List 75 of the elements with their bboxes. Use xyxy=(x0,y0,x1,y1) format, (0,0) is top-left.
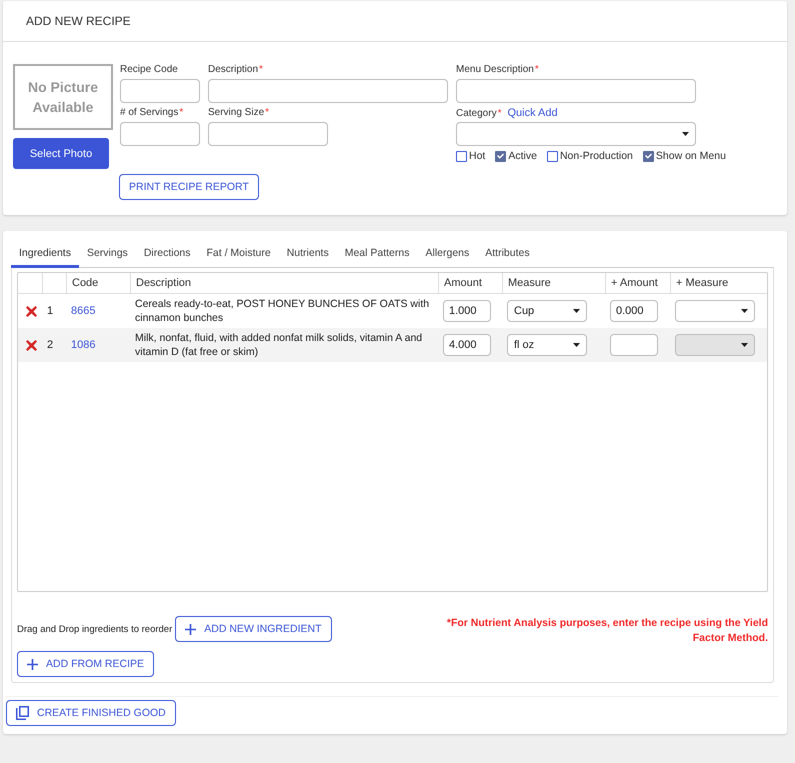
required-mark: * xyxy=(259,64,263,75)
required-mark: * xyxy=(179,107,184,118)
amount-field[interactable]: 4.000 xyxy=(443,334,491,356)
tab[interactable]: Directions xyxy=(136,244,198,268)
tab[interactable]: Servings xyxy=(78,244,136,268)
column-header: Description xyxy=(136,277,192,289)
field-label: Recipe Code xyxy=(120,64,178,75)
tab[interactable]: Meal Patterns xyxy=(336,244,418,268)
tab[interactable]: Ingredients xyxy=(11,244,79,268)
tab[interactable]: Attributes xyxy=(477,244,538,268)
print-recipe-report-button[interactable]: PRINT RECIPE REPORT xyxy=(119,174,259,200)
column-header xyxy=(18,273,43,294)
ingredient-code-link[interactable]: 8665 xyxy=(71,305,96,317)
checkbox[interactable] xyxy=(456,150,467,162)
plus-measure-dropdown[interactable] xyxy=(675,300,755,322)
checkbox[interactable] xyxy=(642,150,654,162)
plus-amount-field[interactable] xyxy=(610,334,658,356)
column-header: Measure xyxy=(508,277,551,289)
field-label: Serving Size xyxy=(208,107,264,118)
text-field[interactable] xyxy=(208,122,328,146)
ingredient-code-link[interactable]: 1086 xyxy=(71,339,96,351)
field-label: # of Servings xyxy=(120,107,178,118)
checkbox-label: Show on Menu xyxy=(656,150,726,162)
amount-field[interactable]: 1.000 xyxy=(443,300,491,322)
check-icon xyxy=(497,153,504,159)
required-mark: * xyxy=(534,64,539,75)
column-header: + Amount xyxy=(611,277,658,289)
caret-icon xyxy=(573,309,580,313)
field-label: Description xyxy=(208,64,258,75)
text-field[interactable] xyxy=(456,79,696,103)
column-header: Code xyxy=(72,277,98,289)
delete-icon[interactable] xyxy=(26,340,37,350)
quick-add-link[interactable]: Quick Add xyxy=(507,107,558,119)
create-finished-good-button[interactable]: CREATE FINISHED GOOD xyxy=(6,700,176,726)
text-field[interactable] xyxy=(120,79,200,103)
dropdown[interactable] xyxy=(456,122,696,146)
caret-icon xyxy=(682,132,689,136)
caret-icon xyxy=(573,343,580,347)
plus-icon xyxy=(27,658,38,670)
add-from-recipe-button[interactable]: ADD FROM RECIPE xyxy=(17,651,154,677)
checkbox[interactable] xyxy=(546,150,558,162)
field-label: Menu Description xyxy=(456,64,534,75)
copy-icon xyxy=(16,706,29,720)
checkbox-label: Hot xyxy=(469,150,486,162)
add-new-ingredient-button[interactable]: ADD NEW INGREDIENT xyxy=(175,616,332,642)
ingredient-description: Cereals ready-to-eat, POST HONEY BUNCHES OF OATS with cinnamon bunches xyxy=(135,297,430,325)
tab[interactable]: Allergens xyxy=(417,244,478,268)
text-field[interactable] xyxy=(120,122,200,146)
line-number: 2 xyxy=(47,339,54,351)
check-icon xyxy=(644,153,652,159)
plus-icon xyxy=(185,624,196,634)
text-field[interactable] xyxy=(208,79,448,103)
required-mark: * xyxy=(498,108,502,119)
checkbox-label: Active xyxy=(508,150,537,162)
ingredient-description: Milk, nonfat, fluid, with added nonfat milk solids, vitamin A and vitamin D (fat free or skim) xyxy=(135,331,424,359)
page-title: ADD NEW RECIPE xyxy=(26,14,131,28)
nutrient-analysis-note: *For Nutrient Analysis purposes, enter the recipe using the Yield Factor Method. xyxy=(446,616,768,646)
caret-icon xyxy=(741,343,748,347)
plus-amount-field[interactable]: 0.000 xyxy=(610,300,658,322)
column-header: Amount xyxy=(444,277,482,289)
caret-icon xyxy=(741,309,748,313)
measure-dropdown[interactable]: fl oz xyxy=(507,334,587,356)
checkbox-label: Non-Production xyxy=(560,150,633,162)
checkbox[interactable] xyxy=(495,150,506,162)
tab[interactable]: Nutrients xyxy=(278,244,337,268)
table-row[interactable]: 2 1086 Milk, nonfat, fluid, with added nonfat milk solids, vitamin A and vitamin D (fat free or skim) 4.000 fl oz xyxy=(18,328,767,362)
required-mark: * xyxy=(265,107,270,118)
delete-icon[interactable] xyxy=(26,306,37,316)
reorder-hint: Drag and Drop ingredients to reorder xyxy=(17,624,172,634)
select-photo-button[interactable]: Select Photo xyxy=(13,138,109,169)
measure-dropdown[interactable]: Cup xyxy=(507,300,587,322)
line-number: 1 xyxy=(47,305,54,317)
tab[interactable]: Fat / Moisture xyxy=(198,244,279,268)
column-header: + Measure xyxy=(676,277,728,289)
field-label: Category xyxy=(456,108,497,119)
